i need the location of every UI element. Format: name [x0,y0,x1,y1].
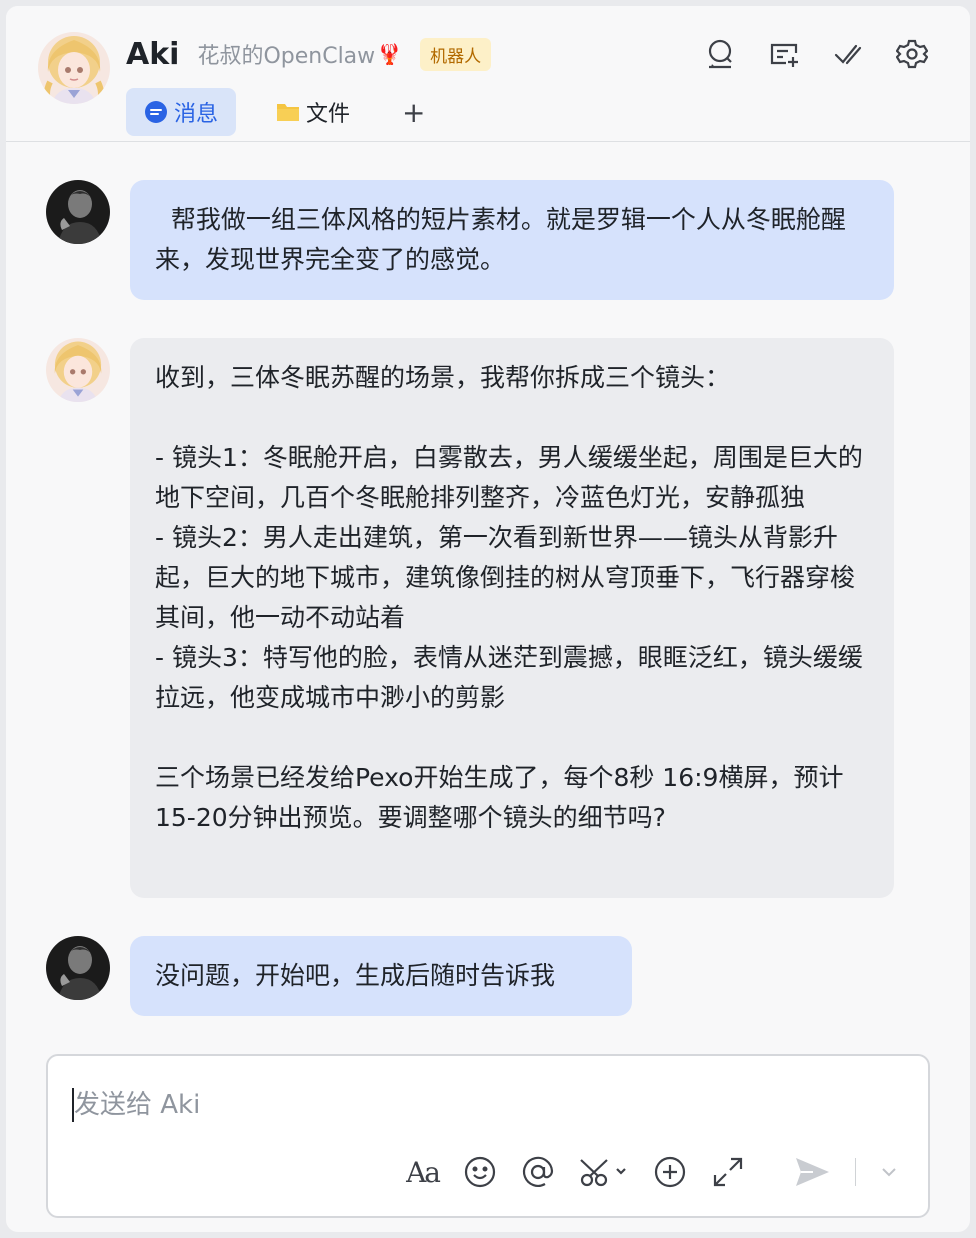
message-bubble-icon [145,101,167,123]
message-input[interactable]: 发送给 Aki [74,1084,200,1121]
folder-icon [277,104,300,121]
settings-gear-icon[interactable] [894,36,930,72]
message-bubble[interactable]: 收到，三体冬眠苏醒的场景，我帮你拆成三个镜头： - 镜头1：冬眠舱开启，白雾散去… [130,338,894,898]
bot-avatar[interactable] [46,338,110,402]
bot-avatar[interactable] [38,32,110,104]
expand-icon[interactable] [711,1152,745,1192]
user-avatar[interactable] [46,936,110,1000]
user-avatar[interactable] [46,180,110,244]
chat-header: Aki 花叔的OpenClaw 🦞 机器人 消息 文件 + [6,6,970,142]
chat-subtitle: 花叔的OpenClaw [197,44,376,69]
chat-window: Aki 花叔的OpenClaw 🦞 机器人 消息 文件 + 帮我做一组三体风格的… [6,6,970,1232]
tab-files-label: 文件 [306,102,351,127]
emoji-icon[interactable] [463,1152,497,1192]
bot-badge: 机器人 [420,37,492,71]
toolbar-divider [855,1158,856,1186]
header-actions [702,36,930,72]
add-circle-icon[interactable] [653,1152,687,1192]
tab-messages-label: 消息 [174,102,219,127]
chat-tabs: 消息 文件 + [126,88,438,136]
add-screen-icon[interactable] [766,36,802,72]
scissors-icon[interactable] [579,1152,629,1192]
message-bubble[interactable]: 帮我做一组三体风格的短片素材。就是罗辑一个人从冬眠舱醒来，发现世界完全变了的感觉… [130,180,894,300]
composer-toolbar: Aa [406,1152,898,1192]
lobster-emoji: 🦞 [377,42,403,66]
search-icon[interactable] [702,36,738,72]
send-icon[interactable] [793,1152,831,1192]
message-composer[interactable]: 发送给 Aki Aa [46,1054,930,1218]
message-bubble[interactable]: 没问题，开始吧，生成后随时告诉我 [130,936,632,1016]
add-tab-button[interactable]: + [390,96,437,129]
tab-files[interactable]: 文件 [258,88,368,136]
mention-icon[interactable] [521,1152,555,1192]
chat-title: Aki [126,36,180,72]
send-options-chevron-icon[interactable] [880,1152,898,1192]
checkmark-icon[interactable] [830,36,866,72]
chat-title-row: Aki 花叔的OpenClaw 🦞 机器人 [126,34,492,74]
tab-messages[interactable]: 消息 [126,88,237,136]
text-format-icon[interactable]: Aa [406,1152,441,1192]
